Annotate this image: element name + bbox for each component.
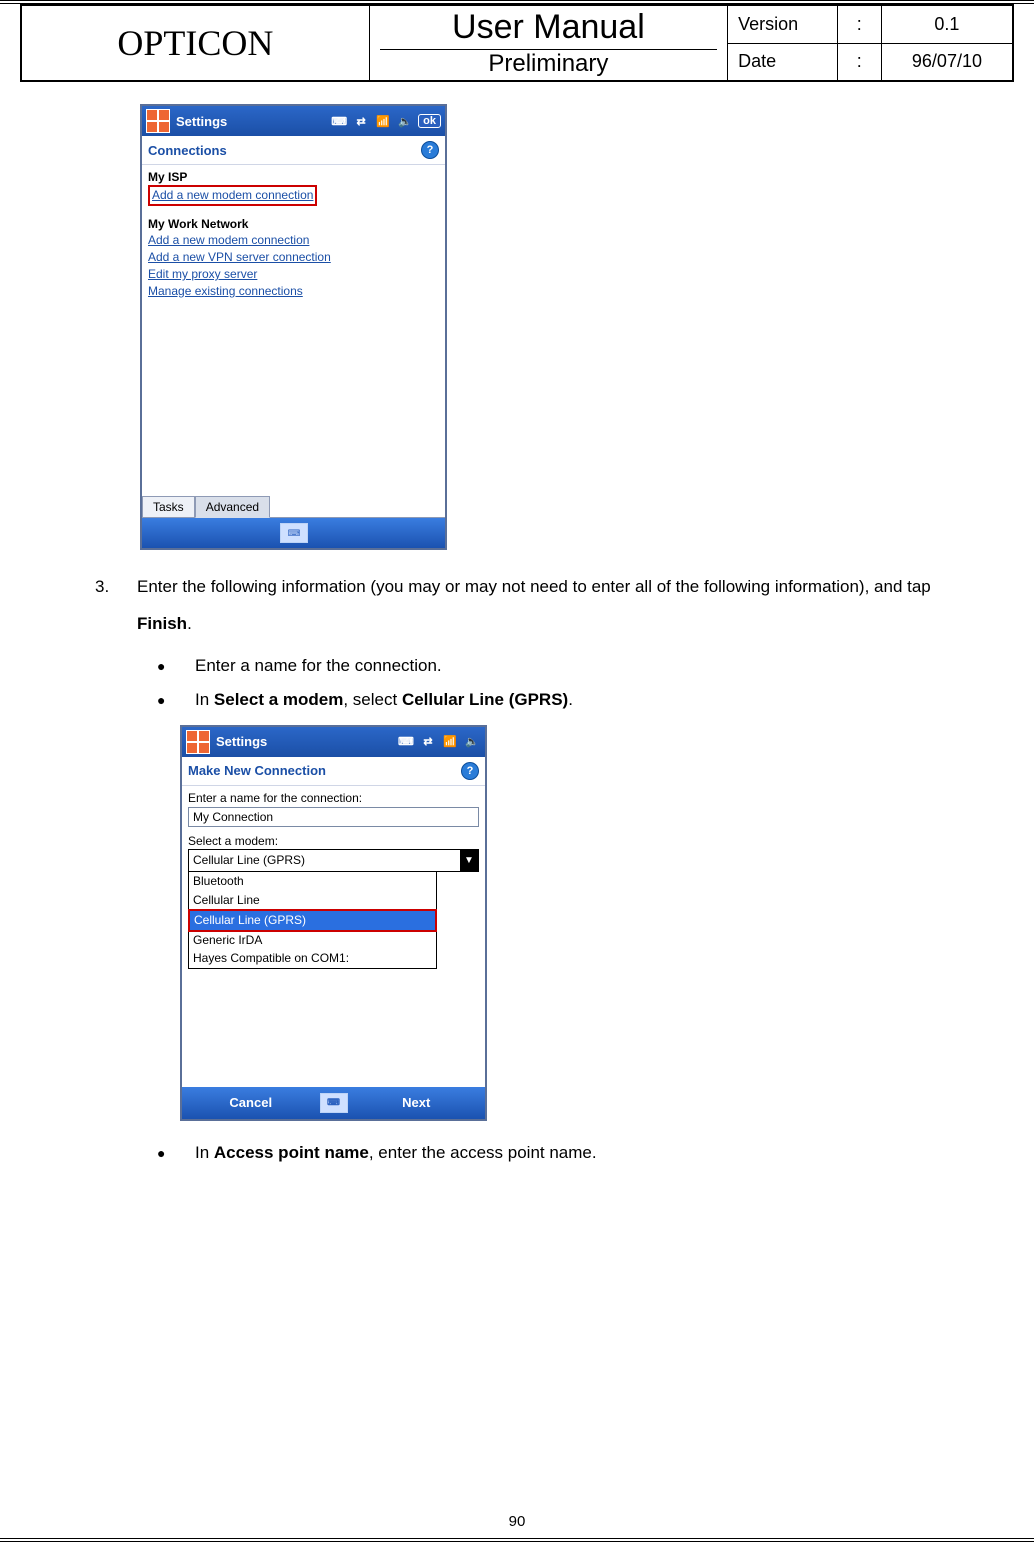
title-cell: User Manual Preliminary [369,5,727,81]
link-edit-proxy[interactable]: Edit my proxy server [148,266,439,283]
list-item[interactable]: Bluetooth [189,872,436,891]
input-connection-name[interactable] [188,807,479,827]
group-my-work: My Work Network [148,216,439,233]
link-manage-connections[interactable]: Manage existing connections [148,283,439,300]
page-number: 90 [0,1513,1034,1530]
sip-icon[interactable]: ⌨ [330,112,348,130]
doc-title: User Manual [380,8,717,50]
signal-icon[interactable]: 📶 [441,733,459,751]
list-item[interactable]: Hayes Compatible on COM1: [189,949,436,968]
connectivity-icon[interactable]: ⇄ [352,112,370,130]
brand-cell: OPTICON [21,5,369,81]
sip-icon[interactable]: ⌨ [397,733,415,751]
bullet-access-point: ● In Access point name, enter the access… [157,1136,939,1170]
screen-title: Settings [216,734,267,749]
date-value: 96/07/10 [881,43,1013,81]
tab-tasks[interactable]: Tasks [142,496,195,518]
modem-list[interactable]: Bluetooth Cellular Line Cellular Line (G… [188,872,437,969]
screen-subtitle: Connections [148,143,227,158]
screen-subtitle-bar: Connections ? [142,136,445,165]
bullet-text: In Select a modem, select Cellular Line … [195,683,573,717]
start-flag-icon[interactable] [186,730,210,754]
wm5-titlebar: Settings ⌨ ⇄ 📶 🔈 ok [142,106,445,136]
bullet-text: In Access point name, enter the access p… [195,1136,597,1170]
help-icon[interactable]: ? [461,762,479,780]
brand-text: OPTICON [117,23,273,63]
cancel-button[interactable]: Cancel [182,1095,320,1110]
version-colon: : [837,5,881,43]
screen-title: Settings [176,114,227,129]
signal-icon[interactable]: 📶 [374,112,392,130]
label-connection-name: Enter a name for the connection: [188,790,479,807]
wm5-titlebar: Settings ⌨ ⇄ 📶 🔈 [182,727,485,757]
chevron-down-icon[interactable]: ▼ [460,850,478,871]
link-add-vpn[interactable]: Add a new VPN server connection [148,249,439,266]
label-select-modem: Select a modem: [188,833,479,850]
combo-value: Cellular Line (GPRS) [189,850,460,871]
keyboard-icon[interactable]: ⌨ [320,1093,348,1113]
bullet-text: Enter a name for the connection. [195,649,442,683]
date-label: Date [728,43,837,81]
soft-key-bar: ⌨ [142,518,445,548]
document-header: OPTICON User Manual Preliminary Version … [20,4,1014,82]
soft-key-bar: Cancel ⌨ Next [182,1087,485,1119]
keyboard-icon[interactable]: ⌨ [280,523,308,543]
step-3: 3. Enter the following information (you … [95,568,939,643]
tab-strip: Tasks Advanced [142,496,445,518]
next-button[interactable]: Next [348,1095,486,1110]
version-label: Version [728,5,837,43]
speaker-icon[interactable]: 🔈 [463,733,481,751]
screenshot-1: Settings ⌨ ⇄ 📶 🔈 ok Connections ? My ISP… [140,104,1034,550]
screenshot-2: Settings ⌨ ⇄ 📶 🔈 Make New Connection ? E… [180,725,1034,1121]
list-item[interactable]: Generic IrDA [189,931,436,950]
bullet-icon: ● [157,1136,195,1170]
speaker-icon[interactable]: 🔈 [396,112,414,130]
doc-subtitle: Preliminary [380,50,717,78]
list-item[interactable]: Cellular Line [189,891,436,910]
bullet-select-modem: ● In Select a modem, select Cellular Lin… [157,683,939,717]
ok-button[interactable]: ok [418,114,441,128]
date-colon: : [837,43,881,81]
combo-modem[interactable]: Cellular Line (GPRS) ▼ [188,849,479,872]
bullet-enter-name: ● Enter a name for the connection. [157,649,939,683]
screen-subtitle: Make New Connection [188,763,326,778]
bullet-icon: ● [157,649,195,683]
bullet-icon: ● [157,683,195,717]
step-text: Enter the following information (you may… [137,568,939,643]
screen-subtitle-bar: Make New Connection ? [182,757,485,786]
tab-advanced[interactable]: Advanced [195,496,270,518]
connectivity-icon[interactable]: ⇄ [419,733,437,751]
link-add-modem-isp[interactable]: Add a new modem connection [152,188,313,202]
link-add-modem-work[interactable]: Add a new modem connection [148,232,439,249]
version-value: 0.1 [881,5,1013,43]
group-my-isp: My ISP [148,169,439,186]
help-icon[interactable]: ? [421,141,439,159]
step-number: 3. [95,568,137,643]
list-item-selected[interactable]: Cellular Line (GPRS) [190,911,435,930]
start-flag-icon[interactable] [146,109,170,133]
page: OPTICON User Manual Preliminary Version … [0,0,1034,1542]
